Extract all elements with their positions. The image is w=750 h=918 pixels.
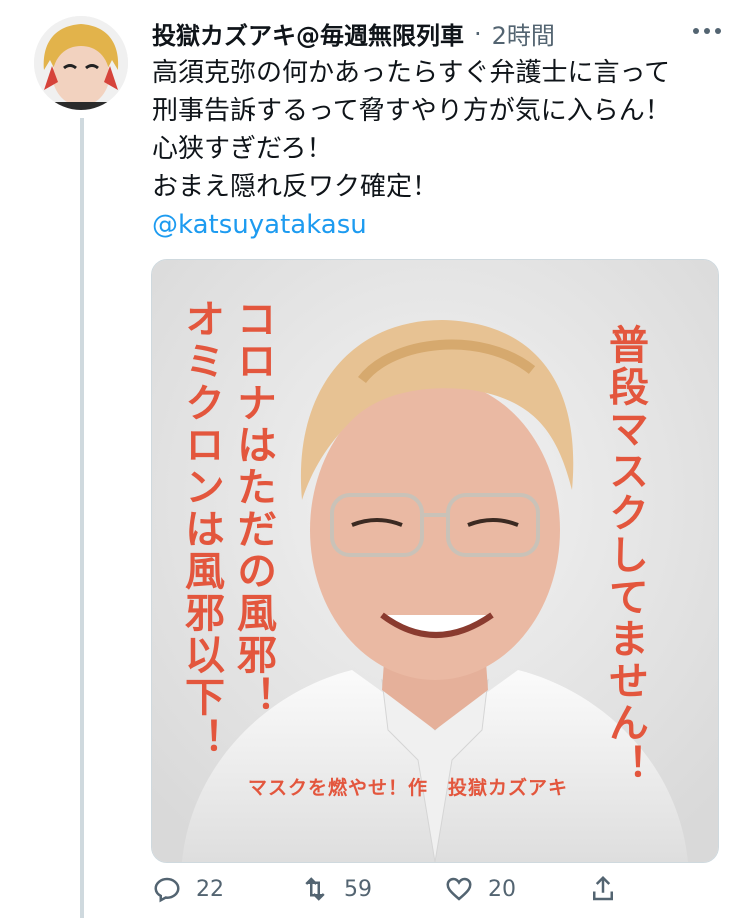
reply-icon <box>154 877 180 903</box>
tweet-text-line: 刑事告訴するって脅すやり方が気に入らん！ <box>152 96 671 126</box>
like-button[interactable]: 20 <box>444 874 516 904</box>
heart-icon <box>446 877 472 901</box>
tweet-header: 投獄カズアキ@毎週無限列車 · 2時間 <box>152 16 555 51</box>
avatar[interactable] <box>34 16 128 110</box>
tweet-text: 高須克弥の何かあったらすぐ弁護士に言って 刑事告訴するって脅すやり方が気に入らん… <box>152 54 732 244</box>
tweet-text-line: 高須克弥の何かあったらすぐ弁護士に言って <box>152 58 671 88</box>
thread-line <box>80 118 84 918</box>
tweet-text-line: おまえ隠れ反ワク確定！ <box>152 172 439 202</box>
action-bar: 22 59 20 <box>152 874 722 914</box>
overlay-text-left-col1: コロナはただの風邪！ <box>230 298 276 718</box>
timestamp[interactable]: 2時間 <box>492 16 555 51</box>
share-icon <box>593 875 613 901</box>
tweet-text-line: 心狭すぎだろ！ <box>152 134 333 164</box>
separator-dot: · <box>474 19 482 48</box>
like-count: 20 <box>488 876 516 902</box>
overlay-text-right: 普段マスクしてません！ <box>602 324 648 786</box>
overlay-text-left-col2: オミクロンは風邪以下！ <box>178 298 224 760</box>
image-credit: マスクを燃やせ！作 投獄カズアキ <box>248 777 569 799</box>
reply-count: 22 <box>196 876 224 902</box>
more-icon[interactable] <box>692 10 722 43</box>
mention-link[interactable]: @katsuyatakasu <box>152 206 732 244</box>
retweet-icon <box>305 877 325 901</box>
avatar-image <box>34 16 128 110</box>
share-button[interactable] <box>588 874 618 904</box>
retweet-count: 59 <box>344 876 372 902</box>
author-name[interactable]: 投獄カズアキ@毎週無限列車 <box>152 16 464 51</box>
retweet-button[interactable]: 59 <box>300 874 372 904</box>
tweet-image[interactable]: 普段マスクしてません！ コロナはただの風邪！ オミクロンは風邪以下！ マスクを燃… <box>151 259 719 863</box>
reply-button[interactable]: 22 <box>152 874 224 904</box>
more-horizontal-icon <box>693 28 721 34</box>
